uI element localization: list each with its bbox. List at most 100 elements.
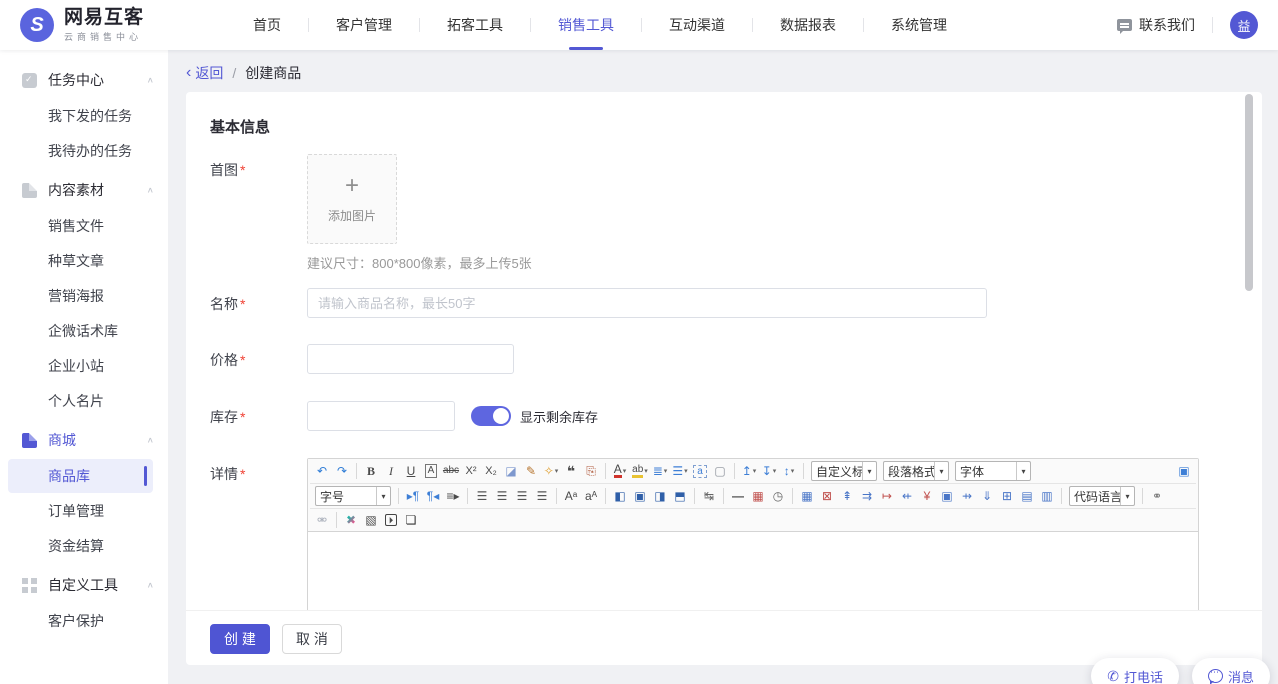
insert-table-icon[interactable]: ▦ bbox=[797, 487, 817, 505]
insert-link-icon[interactable]: ⚭ bbox=[1147, 487, 1167, 505]
nav-item-prospecting-tools[interactable]: 拓客工具 bbox=[420, 0, 530, 50]
unordered-list-icon[interactable]: ☰▾ bbox=[670, 462, 690, 480]
ordered-list-icon[interactable]: ≣▾ bbox=[650, 462, 670, 480]
sidebar-item-sales-files[interactable]: 销售文件 bbox=[0, 209, 168, 243]
horizontal-rule-icon[interactable]: — bbox=[728, 487, 748, 505]
subscript-icon[interactable]: X₂ bbox=[481, 462, 501, 480]
undo-icon[interactable]: ↶ bbox=[312, 462, 332, 480]
user-avatar[interactable]: 益 bbox=[1230, 11, 1258, 39]
image-center-icon[interactable]: ⬒ bbox=[670, 487, 690, 505]
split-cell-icon[interactable]: ¥ bbox=[917, 487, 937, 505]
nav-item-reports[interactable]: 数据报表 bbox=[753, 0, 863, 50]
paragraph-spacing-bottom-icon[interactable]: ↧▾ bbox=[759, 462, 779, 480]
anchor-icon[interactable]: a bbox=[690, 462, 710, 480]
product-stock-input[interactable] bbox=[307, 401, 455, 431]
sidebar-section-mall[interactable]: 商城 ∧ bbox=[0, 422, 168, 458]
insert-video-icon[interactable]: ⏵ bbox=[381, 511, 401, 529]
card-scrollbar-thumb[interactable] bbox=[1245, 94, 1253, 291]
image-float-left-icon[interactable]: ◧ bbox=[610, 487, 630, 505]
cancel-button[interactable]: 取 消 bbox=[282, 624, 342, 654]
sidebar-item-business-card[interactable]: 个人名片 bbox=[0, 384, 168, 418]
image-float-right-icon[interactable]: ◨ bbox=[650, 487, 670, 505]
strikethrough-icon[interactable]: abc bbox=[441, 462, 461, 480]
nav-item-system[interactable]: 系统管理 bbox=[864, 0, 974, 50]
merge-cell-right-icon[interactable]: ↦ bbox=[877, 487, 897, 505]
paste-text-icon[interactable]: ⎘ bbox=[581, 462, 601, 480]
insert-music-icon[interactable]: ✖ bbox=[341, 511, 361, 529]
insert-image-icon[interactable]: ▧ bbox=[361, 511, 381, 529]
insert-date-icon[interactable]: ▦ bbox=[748, 487, 768, 505]
text-direction-rtl-icon[interactable]: ¶◂ bbox=[423, 487, 443, 505]
sidebar-item-tasks-issued[interactable]: 我下发的任务 bbox=[0, 99, 168, 133]
editor-content-area[interactable] bbox=[308, 532, 1198, 611]
insert-column-icon[interactable]: ⇉ bbox=[857, 487, 877, 505]
to-uppercase-icon[interactable]: Aᵃ bbox=[561, 487, 581, 505]
back-button[interactable]: ‹ 返回 bbox=[186, 63, 223, 83]
sidebar-item-funds-settlement[interactable]: 资金结算 bbox=[0, 529, 168, 563]
contact-us-button[interactable]: 联系我们 bbox=[1117, 15, 1195, 35]
line-spacing-icon[interactable]: ↕▾ bbox=[779, 462, 799, 480]
italic-icon[interactable]: I bbox=[381, 462, 401, 480]
paragraph-format-select[interactable]: 段落格式▾ bbox=[883, 461, 949, 481]
to-lowercase-icon[interactable]: aᴬ bbox=[581, 487, 601, 505]
fullscreen-icon[interactable]: ▣ bbox=[1174, 462, 1194, 480]
sidebar-item-wecom-scripts[interactable]: 企微话术库 bbox=[0, 314, 168, 348]
delete-table-icon[interactable]: ⊠ bbox=[817, 487, 837, 505]
add-image-upload-button[interactable]: + 添加图片 bbox=[307, 154, 397, 244]
image-inline-icon[interactable]: ▣ bbox=[630, 487, 650, 505]
nav-item-home[interactable]: 首页 bbox=[226, 0, 308, 50]
highlight-color-icon[interactable]: ab▾ bbox=[630, 462, 650, 480]
redo-icon[interactable]: ↷ bbox=[332, 462, 352, 480]
insert-row-icon[interactable]: ⇞ bbox=[837, 487, 857, 505]
auto-typeset-icon[interactable]: ✧▾ bbox=[541, 462, 561, 480]
indent-first-line-icon[interactable]: ▸¶ bbox=[403, 487, 423, 505]
sidebar-item-tasks-todo[interactable]: 我待办的任务 bbox=[0, 134, 168, 168]
sidebar-item-seeding-articles[interactable]: 种草文章 bbox=[0, 244, 168, 278]
indent-icon[interactable]: ≡▸ bbox=[443, 487, 463, 505]
sidebar-section-custom-tools[interactable]: 自定义工具 ∧ bbox=[0, 567, 168, 603]
align-left-icon[interactable]: ☰ bbox=[472, 487, 492, 505]
nav-item-customers[interactable]: 客户管理 bbox=[309, 0, 419, 50]
sidebar-item-company-site[interactable]: 企业小站 bbox=[0, 349, 168, 383]
superscript-icon[interactable]: X² bbox=[461, 462, 481, 480]
custom-title-select[interactable]: 自定义标题▾ bbox=[811, 461, 877, 481]
align-right-icon[interactable]: ☰ bbox=[512, 487, 532, 505]
blockquote-icon[interactable]: ❝ bbox=[561, 462, 581, 480]
page-break-icon[interactable]: ↹ bbox=[699, 487, 719, 505]
insert-snippet-icon[interactable]: ❏ bbox=[401, 511, 421, 529]
insert-column-left-icon[interactable]: ⇷ bbox=[897, 487, 917, 505]
sidebar-section-task-center[interactable]: 任务中心 ∧ bbox=[0, 62, 168, 98]
show-remaining-stock-toggle[interactable] bbox=[471, 406, 511, 426]
new-page-icon[interactable]: ▢ bbox=[710, 462, 730, 480]
paragraph-spacing-top-icon[interactable]: ↥▾ bbox=[739, 462, 759, 480]
sidebar-item-product-library[interactable]: 商品库 bbox=[8, 459, 153, 493]
font-border-icon[interactable]: A bbox=[421, 462, 441, 480]
sidebar-item-marketing-posters[interactable]: 营销海报 bbox=[0, 279, 168, 313]
format-painter-icon[interactable]: ✎ bbox=[521, 462, 541, 480]
align-center-icon[interactable]: ☰ bbox=[492, 487, 512, 505]
code-language-select[interactable]: 代码语言▾ bbox=[1069, 486, 1135, 506]
product-price-input[interactable] bbox=[307, 344, 514, 374]
font-size-select[interactable]: 字号▾ bbox=[315, 486, 391, 506]
merge-cells-icon[interactable]: ⊞ bbox=[997, 487, 1017, 505]
create-button[interactable]: 创 建 bbox=[210, 624, 270, 654]
insert-time-icon[interactable]: ◷ bbox=[768, 487, 788, 505]
sidebar-item-order-management[interactable]: 订单管理 bbox=[0, 494, 168, 528]
brand-logo[interactable]: S 网易互客 云商销售中心 bbox=[0, 7, 226, 43]
font-family-select[interactable]: 字体▾ bbox=[955, 461, 1031, 481]
underline-icon[interactable]: U bbox=[401, 462, 421, 480]
font-color-icon[interactable]: A▾ bbox=[610, 462, 630, 480]
unlink-icon[interactable]: ⚮ bbox=[312, 511, 332, 529]
align-justify-icon[interactable]: ☰ bbox=[532, 487, 552, 505]
make-call-button[interactable]: ✆ 打电话 bbox=[1091, 658, 1179, 684]
messages-button[interactable]: 消息 bbox=[1192, 658, 1270, 684]
select-table-rows-icon[interactable]: ▤ bbox=[1017, 487, 1037, 505]
select-table-columns-icon[interactable]: ▥ bbox=[1037, 487, 1057, 505]
sidebar-item-customer-protection[interactable]: 客户保护 bbox=[0, 604, 168, 638]
insert-column-right-icon[interactable]: ⇸ bbox=[957, 487, 977, 505]
product-name-input[interactable] bbox=[307, 288, 987, 318]
sidebar-section-content-materials[interactable]: 内容素材 ∧ bbox=[0, 172, 168, 208]
insert-row-below-icon[interactable]: ⇓ bbox=[977, 487, 997, 505]
bold-icon[interactable]: B bbox=[361, 462, 381, 480]
nav-item-sales-tools[interactable]: 销售工具 bbox=[531, 0, 641, 50]
